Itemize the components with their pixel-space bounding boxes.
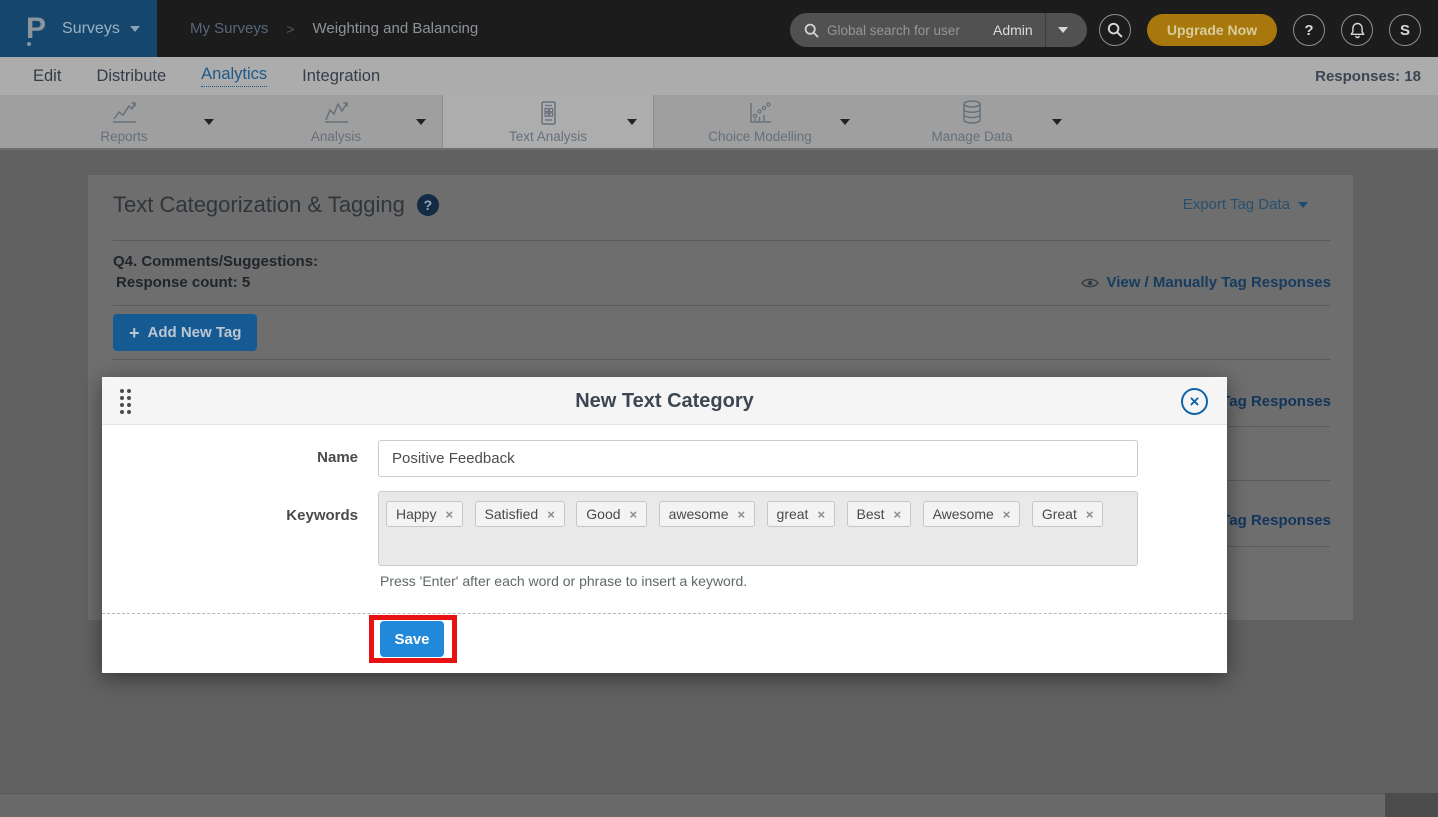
keyword-tag: Good × — [576, 501, 647, 527]
keyword-tag: Great × — [1032, 501, 1104, 527]
close-icon: × — [1190, 393, 1200, 410]
divider — [102, 613, 1227, 614]
keyword-tag-label: great — [777, 506, 809, 522]
name-label: Name — [102, 449, 358, 466]
save-button[interactable]: Save — [380, 621, 444, 657]
modal-header: New Text Category × — [102, 377, 1227, 425]
keywords-input-area[interactable]: Happy× Satisfied× Good× awesome× great× … — [378, 491, 1138, 566]
keyword-tag-label: Awesome — [933, 506, 994, 522]
keyword-tag-label: Best — [857, 506, 885, 522]
keyword-tag-label: Happy — [396, 506, 436, 522]
modal-title: New Text Category — [102, 377, 1227, 425]
keyword-tag: Best × — [847, 501, 912, 527]
keywords-hint: Press 'Enter' after each word or phrase … — [380, 573, 747, 589]
remove-keyword-icon[interactable]: × — [445, 508, 453, 521]
keyword-tag-label: Satisfied — [485, 506, 539, 522]
keywords-label: Keywords — [102, 507, 358, 524]
keyword-tag-label: awesome — [669, 506, 729, 522]
category-name-input[interactable] — [378, 440, 1138, 477]
keyword-tag: Happy × — [386, 501, 463, 527]
remove-keyword-icon[interactable]: × — [894, 508, 902, 521]
new-text-category-modal: New Text Category × Name Keywords Happy ×… — [102, 377, 1227, 673]
keyword-tag: Awesome × — [923, 501, 1021, 527]
keyword-tag-label: Great — [1042, 506, 1077, 522]
remove-keyword-icon[interactable]: × — [737, 508, 745, 521]
close-button[interactable]: × — [1181, 388, 1208, 415]
remove-keyword-icon[interactable]: × — [1086, 508, 1094, 521]
keyword-tag: awesome × — [659, 501, 756, 527]
keyword-tag-label: Good — [586, 506, 620, 522]
keyword-tag: Satisfied × — [475, 501, 565, 527]
remove-keyword-icon[interactable]: × — [1003, 508, 1011, 521]
remove-keyword-icon[interactable]: × — [630, 508, 638, 521]
remove-keyword-icon[interactable]: × — [547, 508, 555, 521]
keyword-tag: great × — [767, 501, 836, 527]
remove-keyword-icon[interactable]: × — [817, 508, 825, 521]
